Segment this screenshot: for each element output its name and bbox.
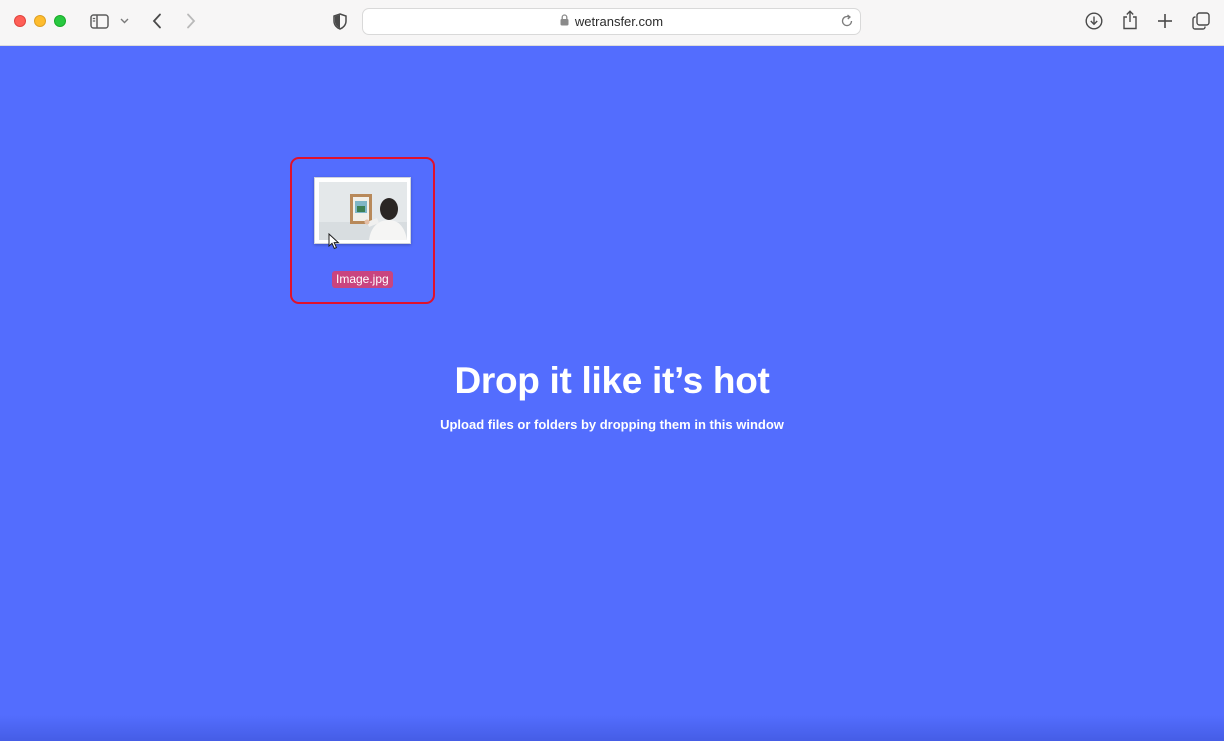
maximize-window-button[interactable] [54,15,66,27]
drop-subtitle: Upload files or folders by dropping them… [440,417,784,432]
download-icon[interactable] [1084,11,1104,31]
bottom-shadow [0,715,1224,741]
chevron-right-icon[interactable] [182,11,200,31]
minimize-window-button[interactable] [34,15,46,27]
shield-icon[interactable] [331,11,349,31]
tabs-icon[interactable] [1191,11,1211,31]
share-icon[interactable] [1120,9,1140,31]
plus-icon[interactable] [1155,11,1175,31]
drop-headline: Drop it like it’s hot [454,360,770,401]
dragged-file-highlight: Image.jpg [290,157,435,304]
chevron-down-icon[interactable] [118,14,130,28]
close-window-button[interactable] [14,15,26,27]
file-name-label: Image.jpg [332,271,393,288]
cursor-arrow-icon [328,232,340,255]
thumbnail-photo [319,182,407,240]
browser-toolbar: wetransfer.com [0,0,1224,46]
chevron-left-icon[interactable] [148,11,166,31]
url-text: wetransfer.com [574,14,664,29]
sidebar-icon[interactable] [89,12,109,30]
lock-icon [560,14,569,29]
address-bar[interactable]: wetransfer.com [362,8,861,35]
reload-icon[interactable] [840,14,854,33]
